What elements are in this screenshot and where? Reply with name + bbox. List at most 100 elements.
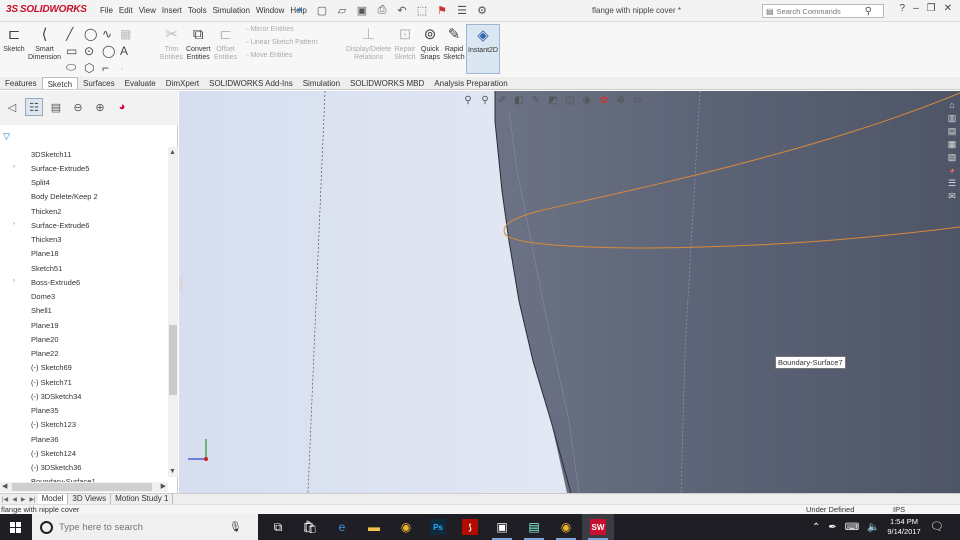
tree-vertical-scrollbar[interactable]: ▲ ▼	[168, 147, 178, 477]
offset-entities-button[interactable]: ⊏ Offset Entities	[214, 24, 237, 62]
rectangle-icon[interactable]: ▭	[66, 42, 84, 59]
file-explorer-taskbar-icon[interactable]: ▬	[358, 514, 390, 540]
point-icon[interactable]: ·	[120, 59, 138, 76]
zoom-to-area-icon[interactable]: ⚲	[478, 93, 492, 107]
chrome-icon[interactable]: ◉	[390, 514, 422, 540]
scroll-thumb[interactable]	[169, 325, 177, 395]
fillet-icon[interactable]: ⌐	[102, 59, 120, 76]
file-properties-icon[interactable]: ☰	[454, 3, 470, 18]
scroll-down-icon[interactable]: ▼	[169, 468, 176, 475]
search-commands-box[interactable]: ▤ ⚲	[762, 4, 884, 18]
tree-node[interactable]: Shell1	[0, 304, 168, 318]
tab-addins[interactable]: SOLIDWORKS Add-Ins	[204, 77, 298, 89]
search-commands-input[interactable]	[776, 6, 865, 16]
custom-properties-icon[interactable]: ☰	[946, 177, 958, 189]
tab-mbd[interactable]: SOLIDWORKS MBD	[345, 77, 429, 89]
property-manager-tab-icon[interactable]: ▤	[47, 98, 65, 116]
solidworks-logo[interactable]: 3S SOLIDWORKS	[6, 4, 87, 15]
menu-insert[interactable]: Insert	[162, 6, 182, 15]
scroll-left-icon[interactable]: ◀	[2, 482, 7, 490]
taskbar-clock[interactable]: 1:54 PM 9/14/2017	[884, 517, 924, 537]
menu-window[interactable]: Window	[256, 6, 284, 15]
tree-node[interactable]: (-) Sketch71	[0, 375, 168, 389]
tab-dimxpert[interactable]: DimXpert	[161, 77, 204, 89]
close-icon[interactable]: ✕	[944, 3, 952, 14]
tree-node[interactable]: › Surface-Extrude6	[0, 218, 168, 232]
graphics-area[interactable]: ⚲ ⚲ ✐ ◧ ✎ ◩ ◫ ◉ ✿ ❁ ▭ ⌂ ▥ ▤ ▦ ▧ ◕ ☰ ✉ Bo…	[179, 91, 960, 493]
straight-slot-icon[interactable]: ⬭	[66, 59, 84, 76]
tree-node[interactable]: › Surface-Extrude5	[0, 161, 168, 175]
task-view-icon[interactable]: ⧉	[262, 514, 294, 540]
start-button[interactable]	[0, 514, 30, 540]
solidworks-taskbar-icon[interactable]: SW	[582, 514, 614, 540]
linear-pattern-button[interactable]: Linear Sketch Pattern	[246, 39, 317, 46]
tab-simulation[interactable]: Simulation	[298, 77, 345, 89]
rapid-sketch-button[interactable]: ✎ Rapid Sketch	[443, 24, 465, 62]
view-palette-icon[interactable]: ▧	[946, 151, 958, 163]
move-entities-button[interactable]: Move Entities	[246, 52, 318, 59]
app-icon-1[interactable]: ▣	[486, 514, 518, 540]
trim-entities-button[interactable]: ✂ Trim Entities	[160, 24, 183, 62]
tab-evaluate[interactable]: Evaluate	[120, 77, 161, 89]
filter-icon[interactable]: ▽	[3, 131, 10, 142]
expand-arrow-icon[interactable]: ›	[13, 164, 15, 170]
circle-icon[interactable]: ◯	[84, 25, 102, 42]
dimxpert-manager-tab-icon[interactable]: ⊕	[91, 98, 109, 116]
quick-snaps-button[interactable]: ⊚ Quick Snaps	[419, 24, 441, 62]
pen-icon[interactable]: ✒	[828, 522, 836, 533]
tree-node[interactable]: Plane20	[0, 332, 168, 346]
store-icon[interactable]: 🛍	[294, 514, 326, 540]
edge-icon[interactable]: e	[326, 514, 358, 540]
status-units[interactable]: IPS	[893, 505, 905, 514]
open-icon[interactable]: ▱	[334, 3, 350, 18]
tree-node[interactable]: Plane19	[0, 318, 168, 332]
tree-node[interactable]: Split4	[0, 176, 168, 190]
hide-show-items-icon[interactable]: ◉	[580, 93, 594, 107]
save-icon[interactable]: ▣	[354, 3, 370, 18]
spline-icon[interactable]: ∿	[102, 25, 120, 42]
expand-arrow-icon[interactable]: ›	[13, 278, 15, 284]
apply-scene-icon[interactable]: ❁	[614, 93, 628, 107]
photoshop-icon[interactable]: Ps	[422, 514, 454, 540]
tab-motion-study[interactable]: Motion Study 1	[111, 494, 174, 504]
new-document-icon[interactable]: ▢	[314, 3, 330, 18]
text-icon[interactable]: A	[120, 42, 138, 59]
tab-features[interactable]: Features	[0, 77, 42, 89]
solidworks-forum-icon[interactable]: ✉	[946, 190, 958, 202]
surface-spline-icon[interactable]: ▦	[120, 25, 138, 42]
taskbar-search-input[interactable]	[59, 521, 229, 533]
tree-node[interactable]: Plane18	[0, 247, 168, 261]
feature-manager-tab-icon[interactable]: ☷	[25, 98, 43, 116]
sketch-button[interactable]: ⊏ Sketch	[3, 24, 25, 54]
slot-icon[interactable]: ⊙	[84, 42, 102, 59]
first-tab-icon[interactable]: |◀	[0, 494, 10, 504]
search-scope-icon[interactable]: ▤	[763, 7, 777, 16]
convert-entities-button[interactable]: ⧉ Convert Entities	[186, 24, 211, 62]
select-icon[interactable]: ⬚	[414, 3, 430, 18]
panel-collapse-handle[interactable]	[179, 277, 183, 291]
microphone-icon[interactable]: 🎙	[229, 522, 242, 533]
file-explorer-icon[interactable]: ▦	[946, 138, 958, 150]
tree-node[interactable]: › Boss-Extrude6	[0, 275, 168, 289]
display-style-icon[interactable]: ◫	[563, 93, 577, 107]
menu-simulation[interactable]: Simulation	[213, 6, 250, 15]
acrobat-icon[interactable]: ⟆	[454, 514, 486, 540]
hscroll-thumb[interactable]	[12, 483, 152, 491]
tree-horizontal-scrollbar[interactable]: ◀ ▶	[0, 482, 168, 492]
edit-appearance-icon[interactable]: ✿	[597, 93, 611, 107]
tree-node[interactable]: Plane36	[0, 432, 168, 446]
design-library-icon[interactable]: ▤	[946, 125, 958, 137]
home-icon[interactable]: ⌂	[946, 99, 958, 111]
tab-3d-views[interactable]: 3D Views	[68, 494, 112, 504]
tree-node[interactable]: Plane22	[0, 347, 168, 361]
repair-sketch-button[interactable]: ⊡ Repair Sketch	[394, 24, 416, 62]
tree-node[interactable]: Plane35	[0, 404, 168, 418]
pin-menu-icon[interactable]: ✦	[296, 5, 304, 16]
menu-edit[interactable]: Edit	[119, 6, 133, 15]
tree-node[interactable]: (-) Sketch124	[0, 446, 168, 460]
show-hidden-icons[interactable]: ⌃	[812, 522, 820, 533]
model-canvas[interactable]	[179, 91, 960, 493]
last-tab-icon[interactable]: ▶|	[27, 494, 37, 504]
polygon-icon[interactable]: ◯	[102, 42, 120, 59]
tree-node[interactable]: Thicken2	[0, 204, 168, 218]
